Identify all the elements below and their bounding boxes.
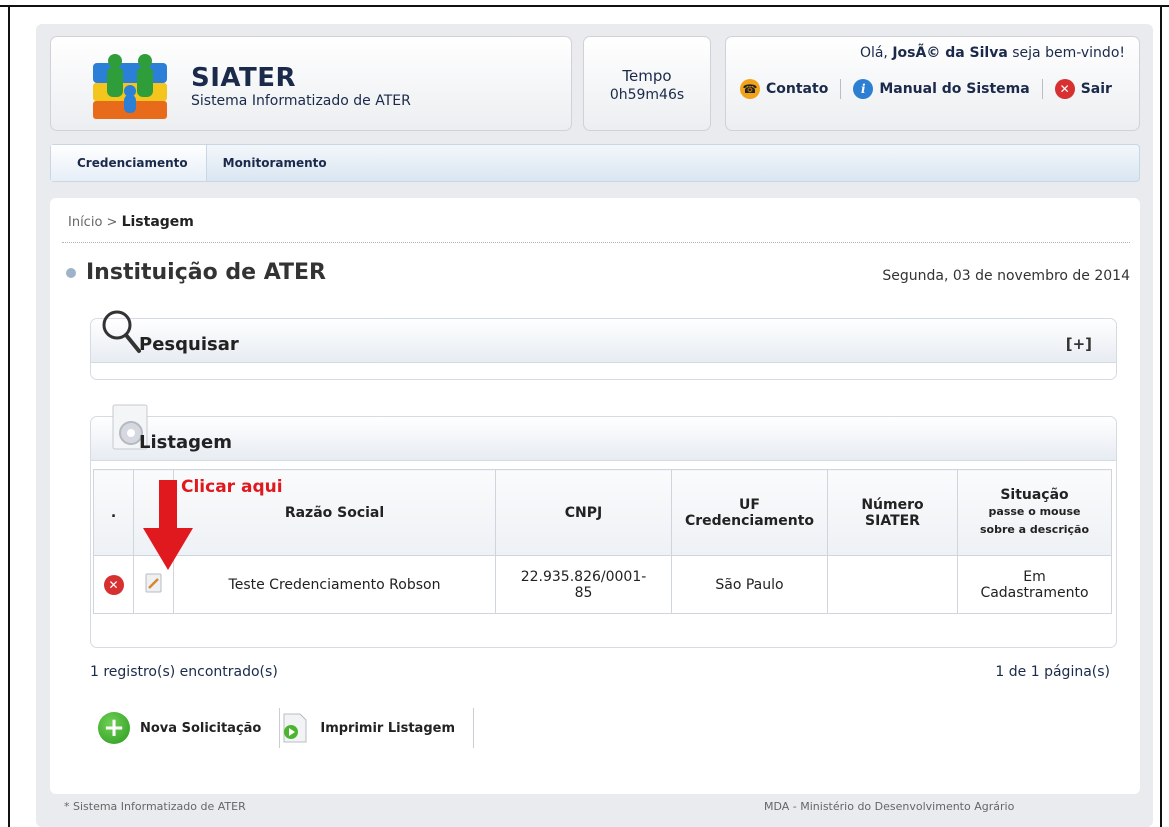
situacao-line2: Cadastramento [980, 584, 1089, 601]
cell-razao-social: Teste Credenciamento Robson [173, 555, 496, 614]
timer-value: 0h59m46s [609, 87, 685, 103]
breadcrumb-separator: > [102, 215, 122, 230]
logo-icon [93, 54, 167, 119]
nav-item-monitoramento[interactable]: Monitoramento [207, 145, 343, 181]
brand-header: SIATER Sistema Informatizado de ATER [50, 36, 572, 131]
situacao-line1: Em [1023, 568, 1046, 585]
frame-top-line [0, 5, 1169, 7]
search-icon [102, 310, 141, 353]
list-section: Listagem . Razão Social CNPJ UF Credencia… [90, 404, 1117, 648]
list-section-header: Listagem [91, 404, 1116, 461]
user-name: JosÃ© da Silva [892, 45, 1008, 61]
list-section-title: Listagem [139, 432, 232, 453]
cell-numero [827, 555, 958, 614]
user-box: Olá, JosÃ© da Silva seja bem-vindo! ☎ Co… [725, 36, 1140, 131]
pagination-info: 1 de 1 página(s) [995, 664, 1110, 680]
brand-subtitle: Sistema Informatizado de ATER [191, 93, 411, 109]
cell-delete: ✕ [93, 555, 134, 614]
contact-icon: ☎ [740, 79, 760, 99]
page-title: Instituição de ATER [66, 260, 326, 285]
brand-title: SIATER [191, 63, 297, 93]
action-separator [473, 708, 474, 748]
edit-icon[interactable] [145, 573, 163, 593]
delete-icon[interactable]: ✕ [103, 574, 124, 595]
bullet-icon [66, 267, 76, 278]
expand-toggle[interactable]: [+] [1066, 335, 1092, 353]
search-section-header[interactable]: Pesquisar [+] [91, 310, 1116, 363]
exit-link[interactable]: ✕ Sair [1054, 79, 1112, 99]
annotation-clicar-aqui: Clicar aqui [181, 477, 283, 497]
breadcrumb-divider [62, 242, 1130, 243]
col-situacao-hint1: passe o mouse [988, 504, 1081, 518]
col-situacao-hint2: sobre a descrição [979, 522, 1090, 536]
print-list-button[interactable]: Imprimir Listagem [280, 704, 473, 752]
col-numero-line2: SIATER [865, 512, 920, 529]
page-title-text: Instituição de ATER [86, 260, 327, 285]
breadcrumb-home[interactable]: Início [68, 215, 102, 230]
new-request-button[interactable]: + Nova Solicitação [98, 704, 279, 752]
info-icon: i [853, 79, 874, 99]
table-row: ✕ Teste Credenciamento Robson 22.935.826… [93, 555, 1112, 614]
action-bar: + Nova Solicitação Imprimir Listagem [98, 704, 474, 752]
cell-situacao[interactable]: Em Cadastramento [957, 555, 1112, 614]
link-separator [1041, 79, 1043, 99]
user-links: ☎ Contato i Manual do Sistema ✕ Sair [740, 79, 1112, 99]
welcome-prefix: Olá, [859, 45, 893, 61]
manual-link[interactable]: i Manual do Sistema [853, 79, 1030, 99]
cnpj-line2: 85 [574, 584, 593, 601]
exit-label: Sair [1080, 81, 1112, 97]
print-list-label: Imprimir Listagem [320, 720, 455, 736]
breadcrumb: Início > Listagem [68, 214, 194, 230]
col-uf-line1: UF [739, 496, 760, 513]
search-section-title: Pesquisar [139, 334, 239, 355]
current-date: Segunda, 03 de novembro de 2014 [882, 268, 1130, 284]
plus-icon: + [98, 712, 130, 744]
footer-right: MDA - Ministério do Desenvolvimento Agrá… [764, 800, 1015, 813]
new-request-label: Nova Solicitação [140, 720, 262, 736]
main-nav: Credenciamento Monitoramento [50, 144, 1140, 182]
main-panel: Início > Listagem Instituição de ATER Se… [50, 198, 1140, 794]
cnpj-line1: 22.935.826/0001- [520, 568, 647, 585]
col-uf: UF Credenciamento [671, 469, 828, 556]
breadcrumb-current: Listagem [121, 214, 194, 230]
welcome-suffix: seja bem-vindo! [1007, 45, 1125, 61]
welcome-message: Olá, JosÃ© da Silva seja bem-vindo! [860, 45, 1125, 61]
print-icon [283, 713, 307, 743]
contact-link[interactable]: ☎ Contato [740, 79, 828, 99]
contact-label: Contato [766, 81, 829, 97]
records-count: 1 registro(s) encontrado(s) [90, 664, 278, 680]
col-cnpj: CNPJ [495, 469, 672, 556]
nav-item-credenciamento[interactable]: Credenciamento [51, 145, 207, 181]
col-actions: . [93, 469, 134, 556]
cell-uf: São Paulo [671, 555, 828, 614]
link-separator [840, 79, 842, 99]
col-numero: Número SIATER [827, 469, 958, 556]
footer-left: * Sistema Informatizado de ATER [64, 800, 246, 813]
frame-left-line [8, 5, 10, 827]
exit-icon: ✕ [1054, 79, 1075, 99]
timer-label: Tempo [622, 67, 672, 85]
red-arrow-icon [143, 480, 193, 570]
app-window: SIATER Sistema Informatizado de ATER Tem… [36, 24, 1153, 827]
col-numero-line1: Número [861, 496, 924, 513]
session-timer: Tempo 0h59m46s [583, 36, 711, 131]
search-section: Pesquisar [+] [90, 310, 1117, 380]
col-uf-line2: Credenciamento [684, 512, 815, 529]
manual-label: Manual do Sistema [879, 81, 1030, 97]
col-situacao-title: Situação [1000, 486, 1069, 503]
col-situacao: Situação passe o mouse sobre a descrição [957, 469, 1112, 556]
cell-cnpj: 22.935.826/0001- 85 [495, 555, 672, 614]
frame-right-line [1160, 5, 1162, 827]
